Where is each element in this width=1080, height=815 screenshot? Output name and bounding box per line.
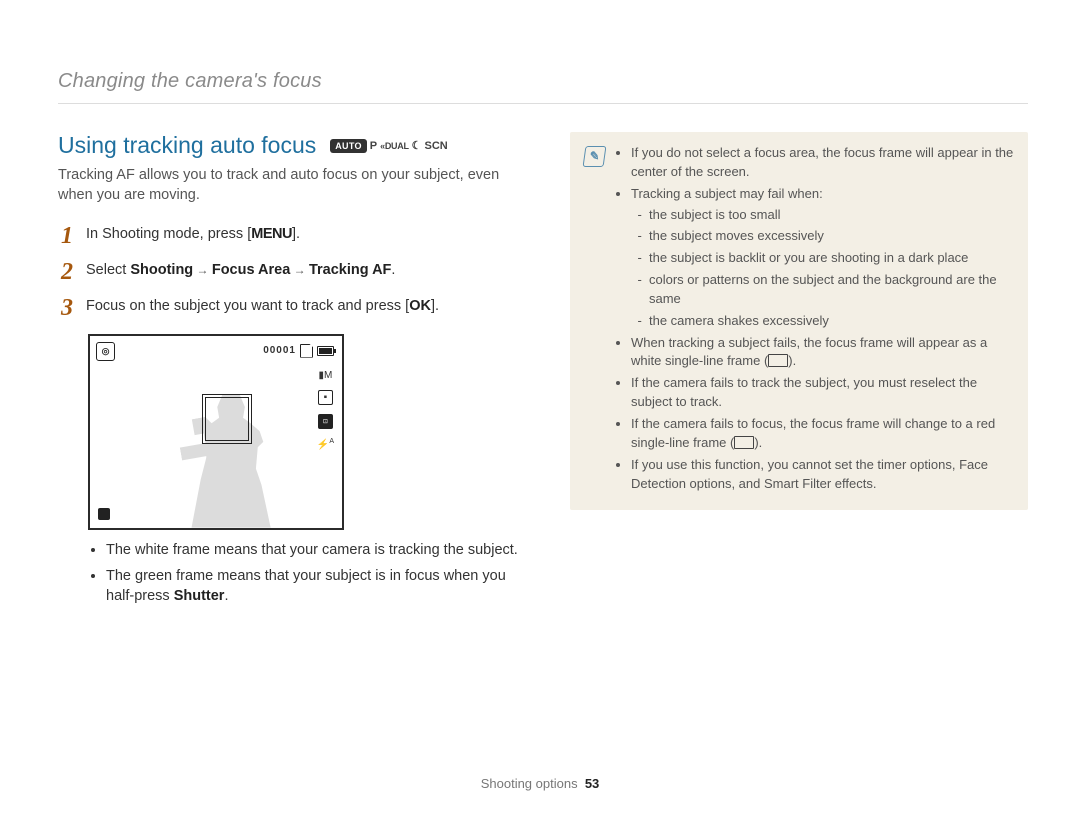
- step-2: 2 Select Shooting → Focus Area → Trackin…: [58, 260, 528, 284]
- note-item: If you use this function, you cannot set…: [631, 456, 1014, 494]
- ok-button-label: OK: [409, 298, 431, 314]
- note-sub-item: colors or patterns on the subject and th…: [649, 271, 1014, 309]
- nav-tracking-af: Tracking AF: [309, 262, 391, 278]
- mode-strip: AUTO P «DUAL ☾ SCN: [330, 139, 448, 153]
- mode-p-icon: P: [370, 140, 377, 152]
- step1-text: In Shooting mode, press [: [86, 226, 251, 242]
- note-sub-item: the subject is backlit or you are shooti…: [649, 249, 1014, 268]
- note-sub-item: the subject moves excessively: [649, 227, 1014, 246]
- step-number: 3: [58, 296, 76, 320]
- sd-card-icon: [300, 344, 313, 358]
- battery-icon: [317, 346, 334, 356]
- step-1: 1 In Shooting mode, press [MENU].: [58, 224, 528, 248]
- intro-text: Tracking AF allows you to track and auto…: [58, 165, 528, 206]
- note-item: If the camera fails to focus, the focus …: [631, 415, 1014, 453]
- mode-auto-icon: AUTO: [330, 139, 367, 153]
- flash-auto-icon: ⚡A: [317, 438, 334, 450]
- page-footer: Shooting options 53: [0, 776, 1080, 791]
- resolution-icon: ▮M: [319, 370, 333, 381]
- frame-white-note: The white frame means that your camera i…: [106, 540, 528, 560]
- note-item: Tracking a subject may fail when: the su…: [631, 185, 1014, 331]
- right-column: ✎ If you do not select a focus area, the…: [570, 132, 1028, 612]
- shot-counter: 00001: [263, 345, 296, 356]
- note-icon: ✎: [583, 146, 607, 167]
- shutter-label: Shutter: [174, 588, 225, 604]
- footer-section: Shooting options: [481, 776, 578, 791]
- page-number: 53: [585, 776, 599, 791]
- note-sub-item: the subject is too small: [649, 206, 1014, 225]
- mode-scn-icon: SCN: [425, 140, 448, 152]
- metering-icon: ⊡: [318, 414, 333, 429]
- focus-frame: [202, 394, 252, 444]
- breadcrumb: Changing the camera's focus: [58, 70, 1028, 104]
- left-column: Using tracking auto focus AUTO P «DUAL ☾…: [58, 132, 528, 612]
- viewfinder-illustration: ◎ 00001 ▮M ▪ ⊡ ⚡A: [88, 334, 344, 530]
- nav-focus-area: Focus Area: [212, 262, 290, 278]
- note-sub-item: the camera shakes excessively: [649, 312, 1014, 331]
- red-frame-icon: [734, 436, 754, 449]
- mode-moon-icon: ☾: [412, 139, 422, 152]
- step-number: 1: [58, 224, 76, 248]
- menu-button-label: MENU: [251, 226, 292, 242]
- frame-green-note: The green frame means that your subject …: [106, 566, 528, 606]
- note-item: If you do not select a focus area, the f…: [631, 144, 1014, 182]
- single-shot-icon: ▪: [318, 390, 333, 405]
- step-number: 2: [58, 260, 76, 284]
- note-item: When tracking a subject fails, the focus…: [631, 334, 1014, 372]
- note-callout: ✎ If you do not select a focus area, the…: [570, 132, 1028, 510]
- note-item: If the camera fails to track the subject…: [631, 374, 1014, 412]
- mode-dual-icon: «DUAL: [380, 141, 409, 151]
- mode-indicator-icon: ◎: [96, 342, 115, 361]
- white-frame-icon: [768, 354, 788, 367]
- section-title: Using tracking auto focus: [58, 132, 316, 159]
- nav-shooting: Shooting: [130, 262, 193, 278]
- step-3: 3 Focus on the subject you want to track…: [58, 296, 528, 320]
- ois-icon: [98, 508, 110, 520]
